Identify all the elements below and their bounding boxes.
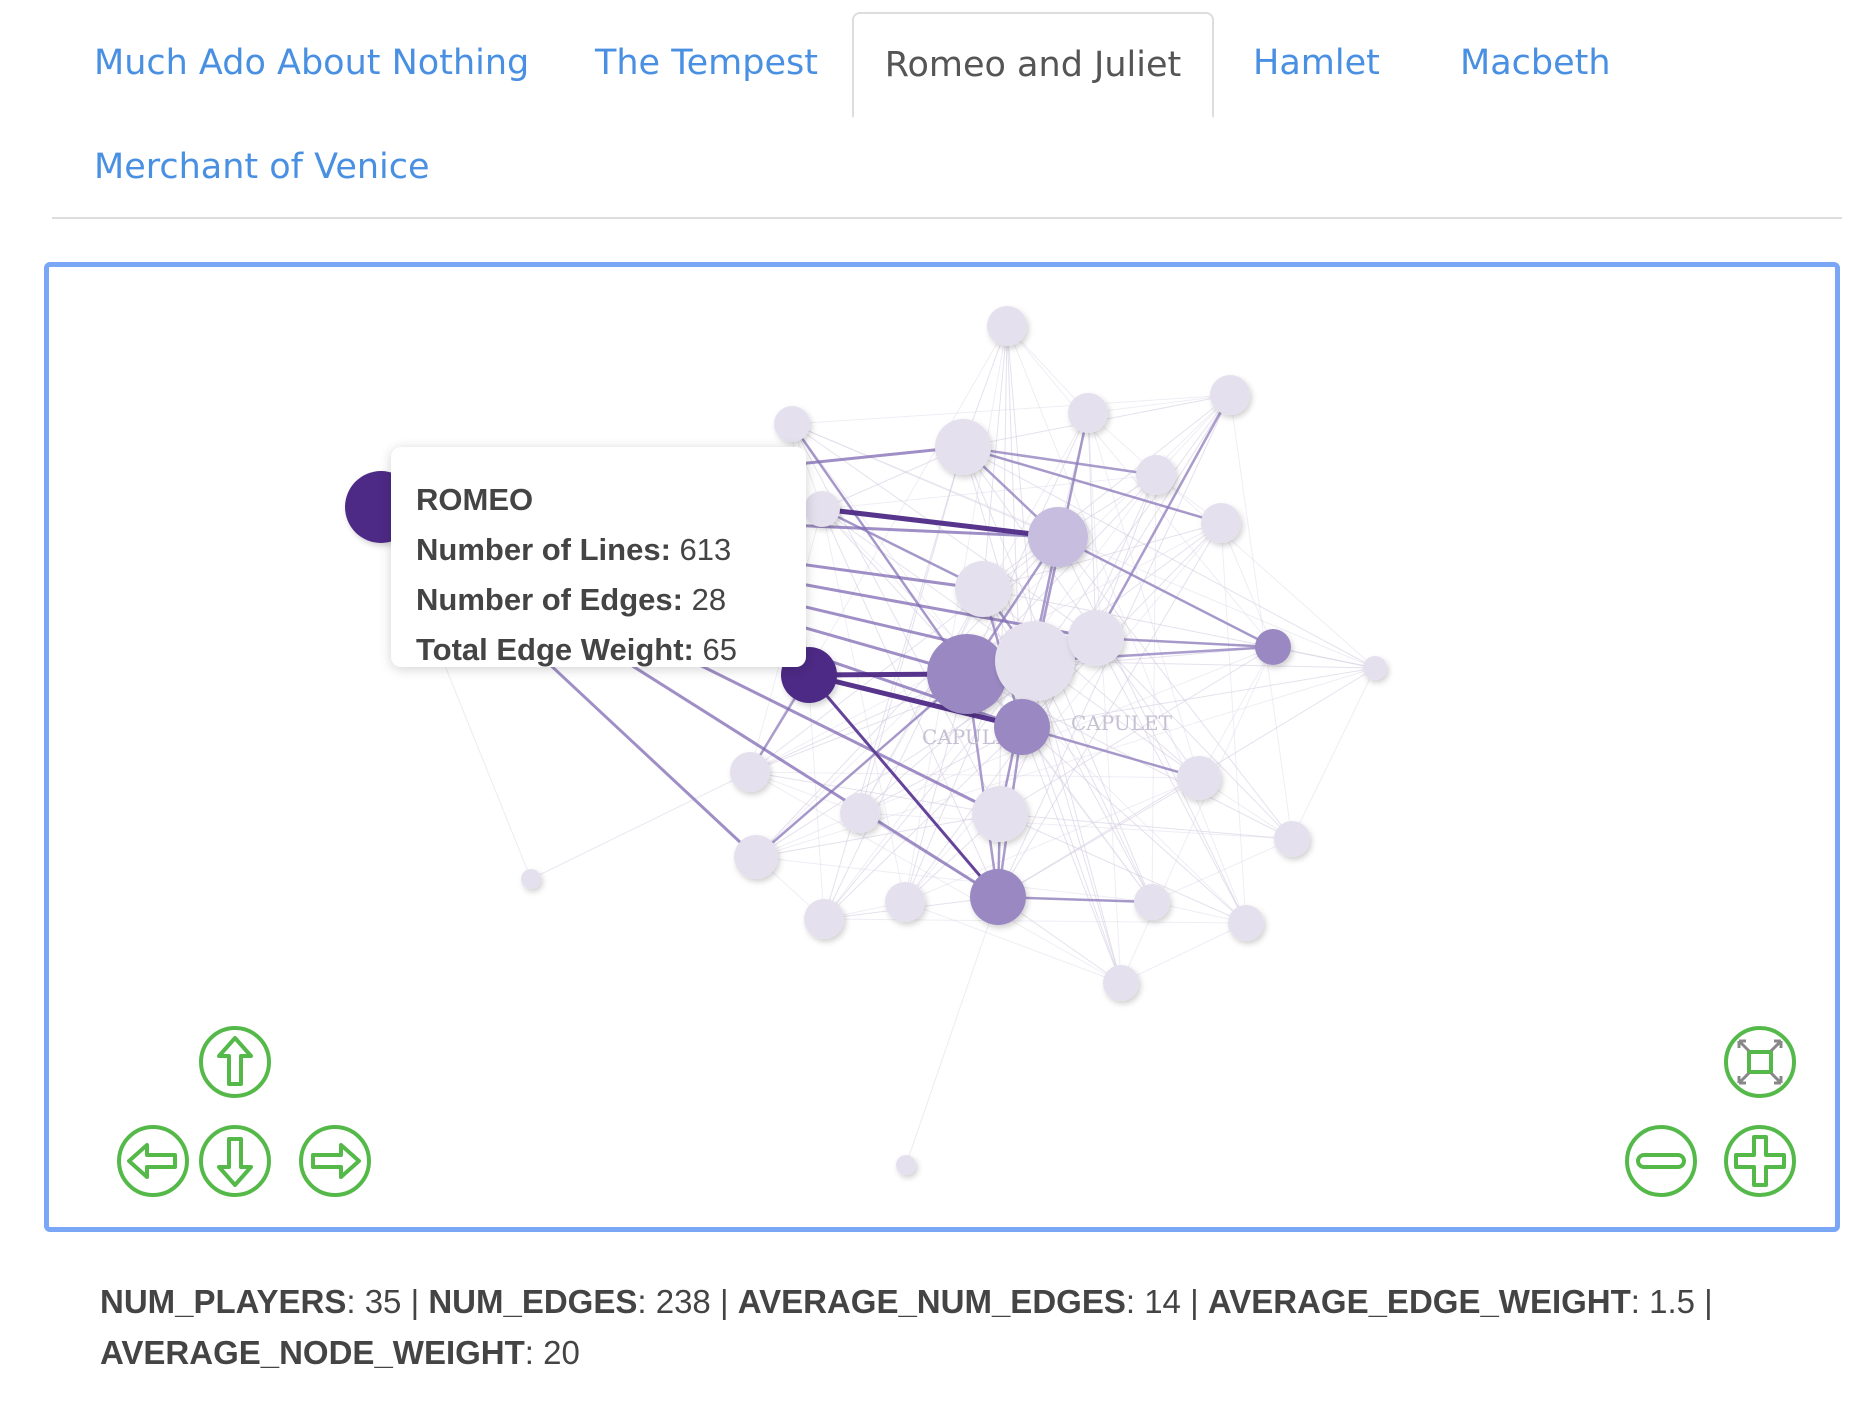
character-node[interactable] [1201,503,1241,543]
stat-label-average-node-weight: AVERAGE_NODE_WEIGHT [100,1334,525,1371]
character-node[interactable] [1210,375,1250,415]
network-graph[interactable]: CAPULET CAPULET [49,267,1835,1227]
character-node[interactable] [896,1155,916,1175]
edge-faint [1087,394,1231,414]
edge-faint [859,812,1293,840]
stat-label-average-num-edges: AVERAGE_NUM_EDGES [737,1283,1126,1320]
character-node[interactable] [730,752,770,792]
character-node[interactable] [1255,629,1291,665]
edge-faint [905,896,999,1166]
tooltip-name: ROMEO [416,482,534,517]
tab-macbeth[interactable]: Macbeth [1460,42,1611,84]
tab-hamlet[interactable]: Hamlet [1253,42,1380,84]
edge-faint [1151,838,1293,903]
edge-faint [1095,637,1247,924]
play-tabs: Much Ado About Nothing The Tempest Romeo… [52,12,1842,218]
character-node[interactable] [1068,610,1124,666]
stat-label-num-players: NUM_PLAYERS [100,1283,347,1320]
edge-faint [530,771,751,880]
tooltip-weight: Total Edge Weight: 65 [416,632,737,667]
edge-faint [1120,922,1247,984]
character-node[interactable] [972,786,1028,842]
tab-the-tempest[interactable]: The Tempest [595,42,818,84]
character-node[interactable] [521,869,541,889]
arrow-right-icon [299,1125,371,1197]
character-node[interactable] [994,699,1050,755]
character-node[interactable] [1363,656,1387,680]
network-statistics: NUM_PLAYERS: 35 | NUM_EDGES: 238 | AVERA… [100,1283,1713,1371]
network-graph-panel[interactable]: CAPULET CAPULET ROMEO Number of Lines: 6… [44,262,1840,1232]
minus-icon [1625,1125,1697,1197]
zoom-out-button[interactable] [1623,1123,1699,1199]
tooltip-edges: Number of Edges: 28 [416,582,727,617]
stat-num-edges: 238 [655,1283,711,1320]
character-node[interactable] [1028,507,1088,567]
edge-medium [962,445,1157,477]
character-node[interactable] [885,882,925,922]
character-node[interactable] [995,621,1075,701]
arrow-up-icon [199,1026,271,1098]
stat-num-players: 35 [364,1283,402,1320]
edge-faint [1034,660,1122,984]
character-node[interactable] [987,306,1027,346]
arrow-left-icon [117,1125,189,1197]
tab-much-ado-about-nothing[interactable]: Much Ado About Nothing [94,42,529,84]
character-node[interactable] [927,634,1007,714]
node-tooltip: ROMEO Number of Lines: 613 Number of Edg… [391,447,806,667]
edge-faint [1087,412,1376,669]
edge-faint [1229,394,1293,840]
character-node[interactable] [955,561,1011,617]
character-node[interactable] [1068,393,1108,433]
stat-average-edge-weight: 1.5 [1649,1283,1696,1320]
edge-faint [982,394,1231,590]
character-node[interactable] [970,869,1026,925]
fit-to-screen-button[interactable] [1722,1024,1798,1100]
node-label-lady-capulet: CAPULET [1071,711,1173,735]
edge-faint [755,856,1153,903]
character-node[interactable] [734,835,778,879]
zoom-in-button[interactable] [1722,1123,1798,1199]
character-node[interactable] [1274,821,1310,857]
stat-label-average-edge-weight: AVERAGE_EDGE_WEIGHT [1207,1283,1631,1320]
pan-left-button[interactable] [115,1123,191,1199]
edge-faint [1220,522,1247,924]
tab-divider [52,217,1842,219]
pan-down-button[interactable] [197,1123,273,1199]
character-node[interactable] [1228,905,1264,941]
edge-faint [997,777,1200,898]
tab-romeo-and-juliet[interactable]: Romeo and Juliet [852,12,1214,118]
arrow-down-icon [199,1125,271,1197]
stat-average-node-weight: 20 [543,1334,580,1371]
pan-right-button[interactable] [297,1123,373,1199]
character-node[interactable] [1136,455,1176,495]
edge-faint [1021,726,1122,984]
tab-merchant-of-venice[interactable]: Merchant of Venice [94,146,430,188]
edge-faint [1220,522,1274,648]
character-node[interactable] [804,491,840,527]
character-node[interactable] [1134,884,1170,920]
plus-icon [1724,1125,1796,1197]
character-node[interactable] [935,419,991,475]
tooltip-lines: Number of Lines: 613 [416,532,732,567]
character-node[interactable] [804,899,844,939]
character-node[interactable] [1103,965,1139,1001]
character-node[interactable] [774,406,810,442]
edge-faint [999,813,1293,840]
stat-label-num-edges: NUM_EDGES [428,1283,638,1320]
character-node[interactable] [1177,756,1221,800]
character-node[interactable] [840,793,880,833]
pan-up-button[interactable] [197,1024,273,1100]
stat-average-num-edges: 14 [1144,1283,1181,1320]
fit-to-screen-icon [1724,1026,1796,1098]
